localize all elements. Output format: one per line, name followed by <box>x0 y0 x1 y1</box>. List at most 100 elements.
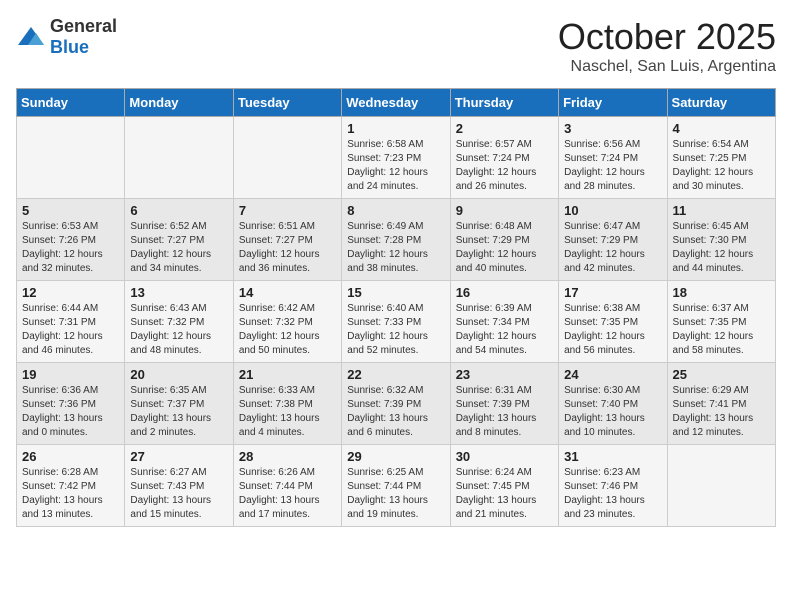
calendar-cell: 5 Sunrise: 6:53 AM Sunset: 7:26 PM Daylig… <box>17 199 125 281</box>
day-info: Sunrise: 6:26 AM Sunset: 7:44 PM Dayligh… <box>239 466 336 522</box>
day-info: Sunrise: 6:42 AM Sunset: 7:32 PM Dayligh… <box>239 302 336 358</box>
calendar-header-row: SundayMondayTuesdayWednesdayThursdayFrid… <box>17 89 776 117</box>
day-info: Sunrise: 6:32 AM Sunset: 7:39 PM Dayligh… <box>347 384 444 440</box>
calendar-cell: 15 Sunrise: 6:40 AM Sunset: 7:33 PM Dayli… <box>342 281 450 363</box>
calendar-cell: 23 Sunrise: 6:31 AM Sunset: 7:39 PM Dayli… <box>450 363 558 445</box>
day-info: Sunrise: 6:29 AM Sunset: 7:41 PM Dayligh… <box>673 384 770 440</box>
calendar-cell <box>125 117 233 199</box>
day-info: Sunrise: 6:51 AM Sunset: 7:27 PM Dayligh… <box>239 220 336 276</box>
week-row-1: 1 Sunrise: 6:58 AM Sunset: 7:23 PM Daylig… <box>17 117 776 199</box>
calendar-cell: 28 Sunrise: 6:26 AM Sunset: 7:44 PM Dayli… <box>233 445 341 527</box>
calendar-cell: 29 Sunrise: 6:25 AM Sunset: 7:44 PM Dayli… <box>342 445 450 527</box>
day-info: Sunrise: 6:45 AM Sunset: 7:30 PM Dayligh… <box>673 220 770 276</box>
day-number: 2 <box>456 121 553 136</box>
day-number: 21 <box>239 367 336 382</box>
calendar-cell: 13 Sunrise: 6:43 AM Sunset: 7:32 PM Dayli… <box>125 281 233 363</box>
calendar-cell: 30Sunrise: 6:24 AM Sunset: 7:45 PM Dayli… <box>450 445 558 527</box>
calendar-cell: 14Sunrise: 6:42 AM Sunset: 7:32 PM Dayli… <box>233 281 341 363</box>
day-number: 1 <box>347 121 444 136</box>
day-number: 26 <box>22 449 119 464</box>
day-info: Sunrise: 6:40 AM Sunset: 7:33 PM Dayligh… <box>347 302 444 358</box>
week-row-3: 12Sunrise: 6:44 AM Sunset: 7:31 PM Dayli… <box>17 281 776 363</box>
day-number: 7 <box>239 203 336 218</box>
day-number: 28 <box>239 449 336 464</box>
month-title: October 2025 <box>558 16 776 58</box>
day-info: Sunrise: 6:23 AM Sunset: 7:46 PM Dayligh… <box>564 466 661 522</box>
calendar-cell <box>17 117 125 199</box>
day-info: Sunrise: 6:49 AM Sunset: 7:28 PM Dayligh… <box>347 220 444 276</box>
logo-text: General Blue <box>50 16 117 58</box>
day-info: Sunrise: 6:30 AM Sunset: 7:40 PM Dayligh… <box>564 384 661 440</box>
day-info: Sunrise: 6:56 AM Sunset: 7:24 PM Dayligh… <box>564 138 661 194</box>
day-number: 11 <box>673 203 770 218</box>
calendar-cell: 7 Sunrise: 6:51 AM Sunset: 7:27 PM Daylig… <box>233 199 341 281</box>
location-title: Naschel, San Luis, Argentina <box>558 58 776 76</box>
calendar-cell: 27 Sunrise: 6:27 AM Sunset: 7:43 PM Dayli… <box>125 445 233 527</box>
logo: General Blue <box>16 16 117 58</box>
calendar-cell <box>667 445 775 527</box>
day-number: 17 <box>564 285 661 300</box>
day-info: Sunrise: 6:28 AM Sunset: 7:42 PM Dayligh… <box>22 466 119 522</box>
day-number: 22 <box>347 367 444 382</box>
calendar-cell: 16Sunrise: 6:39 AM Sunset: 7:34 PM Dayli… <box>450 281 558 363</box>
day-number: 5 <box>22 203 119 218</box>
calendar-cell: 3Sunrise: 6:56 AM Sunset: 7:24 PM Daylig… <box>559 117 667 199</box>
day-number: 29 <box>347 449 444 464</box>
day-info: Sunrise: 6:54 AM Sunset: 7:25 PM Dayligh… <box>673 138 770 194</box>
logo-general: General <box>50 16 117 36</box>
day-info: Sunrise: 6:53 AM Sunset: 7:26 PM Dayligh… <box>22 220 119 276</box>
day-number: 15 <box>347 285 444 300</box>
calendar-cell: 25Sunrise: 6:29 AM Sunset: 7:41 PM Dayli… <box>667 363 775 445</box>
day-number: 4 <box>673 121 770 136</box>
calendar-cell: 12Sunrise: 6:44 AM Sunset: 7:31 PM Dayli… <box>17 281 125 363</box>
day-number: 6 <box>130 203 227 218</box>
header-tuesday: Tuesday <box>233 89 341 117</box>
calendar-cell: 17Sunrise: 6:38 AM Sunset: 7:35 PM Dayli… <box>559 281 667 363</box>
day-number: 27 <box>130 449 227 464</box>
calendar-cell: 21 Sunrise: 6:33 AM Sunset: 7:38 PM Dayli… <box>233 363 341 445</box>
day-info: Sunrise: 6:37 AM Sunset: 7:35 PM Dayligh… <box>673 302 770 358</box>
day-number: 8 <box>347 203 444 218</box>
day-number: 23 <box>456 367 553 382</box>
calendar-cell: 1 Sunrise: 6:58 AM Sunset: 7:23 PM Daylig… <box>342 117 450 199</box>
day-info: Sunrise: 6:43 AM Sunset: 7:32 PM Dayligh… <box>130 302 227 358</box>
week-row-2: 5 Sunrise: 6:53 AM Sunset: 7:26 PM Daylig… <box>17 199 776 281</box>
day-info: Sunrise: 6:33 AM Sunset: 7:38 PM Dayligh… <box>239 384 336 440</box>
calendar-cell: 9Sunrise: 6:48 AM Sunset: 7:29 PM Daylig… <box>450 199 558 281</box>
calendar-cell: 24Sunrise: 6:30 AM Sunset: 7:40 PM Dayli… <box>559 363 667 445</box>
day-number: 10 <box>564 203 661 218</box>
day-info: Sunrise: 6:27 AM Sunset: 7:43 PM Dayligh… <box>130 466 227 522</box>
day-info: Sunrise: 6:25 AM Sunset: 7:44 PM Dayligh… <box>347 466 444 522</box>
page-header: General Blue October 2025 Naschel, San L… <box>16 16 776 76</box>
day-info: Sunrise: 6:47 AM Sunset: 7:29 PM Dayligh… <box>564 220 661 276</box>
day-number: 16 <box>456 285 553 300</box>
calendar-cell: 31 Sunrise: 6:23 AM Sunset: 7:46 PM Dayli… <box>559 445 667 527</box>
calendar-cell: 6 Sunrise: 6:52 AM Sunset: 7:27 PM Daylig… <box>125 199 233 281</box>
header-saturday: Saturday <box>667 89 775 117</box>
calendar-cell: 11 Sunrise: 6:45 AM Sunset: 7:30 PM Dayli… <box>667 199 775 281</box>
title-block: October 2025 Naschel, San Luis, Argentin… <box>558 16 776 76</box>
calendar-cell: 10 Sunrise: 6:47 AM Sunset: 7:29 PM Dayli… <box>559 199 667 281</box>
day-number: 30 <box>456 449 553 464</box>
day-number: 18 <box>673 285 770 300</box>
day-number: 19 <box>22 367 119 382</box>
header-thursday: Thursday <box>450 89 558 117</box>
day-info: Sunrise: 6:52 AM Sunset: 7:27 PM Dayligh… <box>130 220 227 276</box>
day-info: Sunrise: 6:58 AM Sunset: 7:23 PM Dayligh… <box>347 138 444 194</box>
calendar-cell <box>233 117 341 199</box>
day-number: 13 <box>130 285 227 300</box>
day-number: 9 <box>456 203 553 218</box>
header-wednesday: Wednesday <box>342 89 450 117</box>
calendar-cell: 8 Sunrise: 6:49 AM Sunset: 7:28 PM Daylig… <box>342 199 450 281</box>
day-number: 20 <box>130 367 227 382</box>
logo-blue: Blue <box>50 37 89 57</box>
calendar-cell: 19 Sunrise: 6:36 AM Sunset: 7:36 PM Dayli… <box>17 363 125 445</box>
header-sunday: Sunday <box>17 89 125 117</box>
day-info: Sunrise: 6:31 AM Sunset: 7:39 PM Dayligh… <box>456 384 553 440</box>
week-row-4: 19 Sunrise: 6:36 AM Sunset: 7:36 PM Dayli… <box>17 363 776 445</box>
day-number: 31 <box>564 449 661 464</box>
calendar-cell: 18 Sunrise: 6:37 AM Sunset: 7:35 PM Dayli… <box>667 281 775 363</box>
calendar-cell: 20 Sunrise: 6:35 AM Sunset: 7:37 PM Dayli… <box>125 363 233 445</box>
day-info: Sunrise: 6:36 AM Sunset: 7:36 PM Dayligh… <box>22 384 119 440</box>
day-info: Sunrise: 6:35 AM Sunset: 7:37 PM Dayligh… <box>130 384 227 440</box>
